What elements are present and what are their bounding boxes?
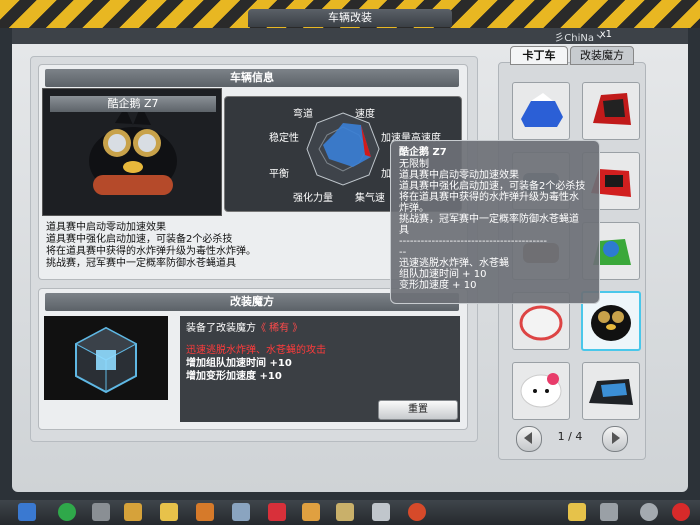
prev-page-button[interactable] bbox=[516, 426, 542, 452]
tools-icon[interactable] bbox=[336, 503, 354, 521]
magic-effect-1: 增加组队加速时间 +10 bbox=[186, 358, 292, 369]
radar-label-power: 强化力量 bbox=[293, 193, 333, 204]
power-icon[interactable] bbox=[672, 503, 690, 521]
tooltip-line: 变形加速度 + 10 bbox=[399, 280, 477, 291]
user-name: 彡ChiNa丶 bbox=[554, 33, 604, 44]
taskbar bbox=[0, 500, 700, 525]
tab-karts[interactable]: 卡丁车 bbox=[510, 46, 568, 65]
magic-equipped-name: 《 稀有 》 bbox=[256, 323, 303, 334]
heart-icon[interactable] bbox=[268, 503, 286, 521]
arrow-left-icon bbox=[524, 432, 532, 444]
tooltip-line: 道具赛中启动零动加速效果 bbox=[399, 170, 519, 181]
magic-cube-icon bbox=[74, 326, 138, 394]
car-name: 酷企鹅 Z7 bbox=[50, 96, 216, 112]
tooltip-line: 迅速逃脱水炸弹、水苍蝇 bbox=[399, 258, 509, 269]
tooltip-divider: ----------------------------------------… bbox=[399, 236, 547, 247]
tooltip-line: 具 bbox=[399, 225, 409, 236]
tab-magic[interactable]: 改装魔方 bbox=[570, 46, 634, 65]
search-icon[interactable] bbox=[640, 503, 658, 521]
back-arrow-icon[interactable] bbox=[58, 503, 76, 521]
windows-start-icon[interactable] bbox=[18, 503, 36, 521]
book-icon[interactable] bbox=[372, 503, 390, 521]
arrow-right-icon bbox=[612, 432, 620, 444]
trophy-icon[interactable] bbox=[124, 503, 142, 521]
hello-kitty-kart-icon bbox=[520, 373, 562, 408]
blue-white-kart-icon bbox=[521, 93, 563, 127]
tooltip-line: 将在道具赛中获得的水炸弹升级为毒性水 bbox=[399, 192, 579, 203]
magic-equipped-line: 装备了改装魔方《 稀有 》 bbox=[186, 322, 302, 335]
tooltip-line: 道具赛中强化启动加速，可装备2个必杀技 bbox=[399, 181, 586, 192]
gear-icon[interactable] bbox=[232, 503, 250, 521]
tooltip-title: 酷企鹅 Z7 bbox=[399, 147, 447, 158]
cart-icon[interactable] bbox=[92, 503, 110, 521]
tooltip-line: 挑战赛，冠军赛中一定概率防御水苍蝇道 bbox=[399, 214, 579, 225]
medal-icon[interactable] bbox=[160, 503, 178, 521]
radar-label-corner: 弯道 bbox=[293, 109, 313, 120]
radar-label-nitro: 集气速 bbox=[355, 193, 385, 204]
chat-icon[interactable] bbox=[302, 503, 320, 521]
red-black-kart-icon bbox=[593, 93, 631, 125]
desc-line: 道具赛中启动零动加速效果 bbox=[46, 222, 166, 233]
radar-label-stability: 稳定性 bbox=[269, 133, 299, 144]
magic-effect-red: 迅速逃脱水炸弹、水苍蝇的攻击 bbox=[186, 345, 326, 356]
desc-line: 将在道具赛中获得的水炸弹升级为毒性水炸弹。 bbox=[46, 246, 256, 257]
tooltip-line: 组队加速时间 + 10 bbox=[399, 269, 487, 280]
wrench-icon[interactable] bbox=[600, 503, 618, 521]
black-kart-icon bbox=[589, 379, 633, 405]
info-panel-title: 车辆信息 bbox=[45, 69, 459, 87]
next-page-button[interactable] bbox=[602, 426, 628, 452]
tooltip-line: 炸弹。 bbox=[399, 203, 429, 214]
user-bar: 彡ChiNa丶 x1 bbox=[12, 28, 688, 44]
reset-button[interactable]: 重置 bbox=[378, 400, 458, 420]
magic-effect-2: 增加变形加速度 +10 bbox=[186, 371, 282, 382]
car-tooltip: 酷企鹅 Z7 无限制 道具赛中启动零动加速效果 道具赛中强化启动加速，可装备2个… bbox=[390, 140, 600, 304]
car-slot-1[interactable] bbox=[512, 82, 570, 140]
desc-line: 道具赛中强化启动加速，可装备2个必杀技 bbox=[46, 234, 233, 245]
notes-icon[interactable] bbox=[568, 503, 586, 521]
title-bar: 车辆改装 bbox=[0, 0, 700, 28]
car-slot-10[interactable] bbox=[582, 362, 640, 420]
tooltip-line: -- bbox=[399, 247, 407, 258]
close-count[interactable]: x1 bbox=[600, 29, 612, 40]
magic-equipped-prefix: 装备了改装魔方 bbox=[186, 323, 256, 334]
radar-label-balance: 平衡 bbox=[269, 169, 289, 180]
radar-label-speed: 速度 bbox=[355, 109, 375, 120]
car-slot-9[interactable] bbox=[512, 362, 570, 420]
page-indicator: 1 / 4 bbox=[557, 430, 583, 443]
desc-line: 挑战赛，冠军赛中一定概率防御水苍蝇道具 bbox=[46, 258, 236, 269]
car-slot-2[interactable] bbox=[582, 82, 640, 140]
tooltip-line: 无限制 bbox=[399, 159, 429, 170]
car-description: 道具赛中启动零动加速效果 道具赛中强化启动加速，可装备2个必杀技 将在道具赛中获… bbox=[46, 222, 446, 270]
world-icon[interactable] bbox=[408, 503, 426, 521]
boot-icon[interactable] bbox=[196, 503, 214, 521]
window-title: 车辆改装 bbox=[248, 9, 452, 27]
magic-cube-box bbox=[44, 316, 168, 400]
